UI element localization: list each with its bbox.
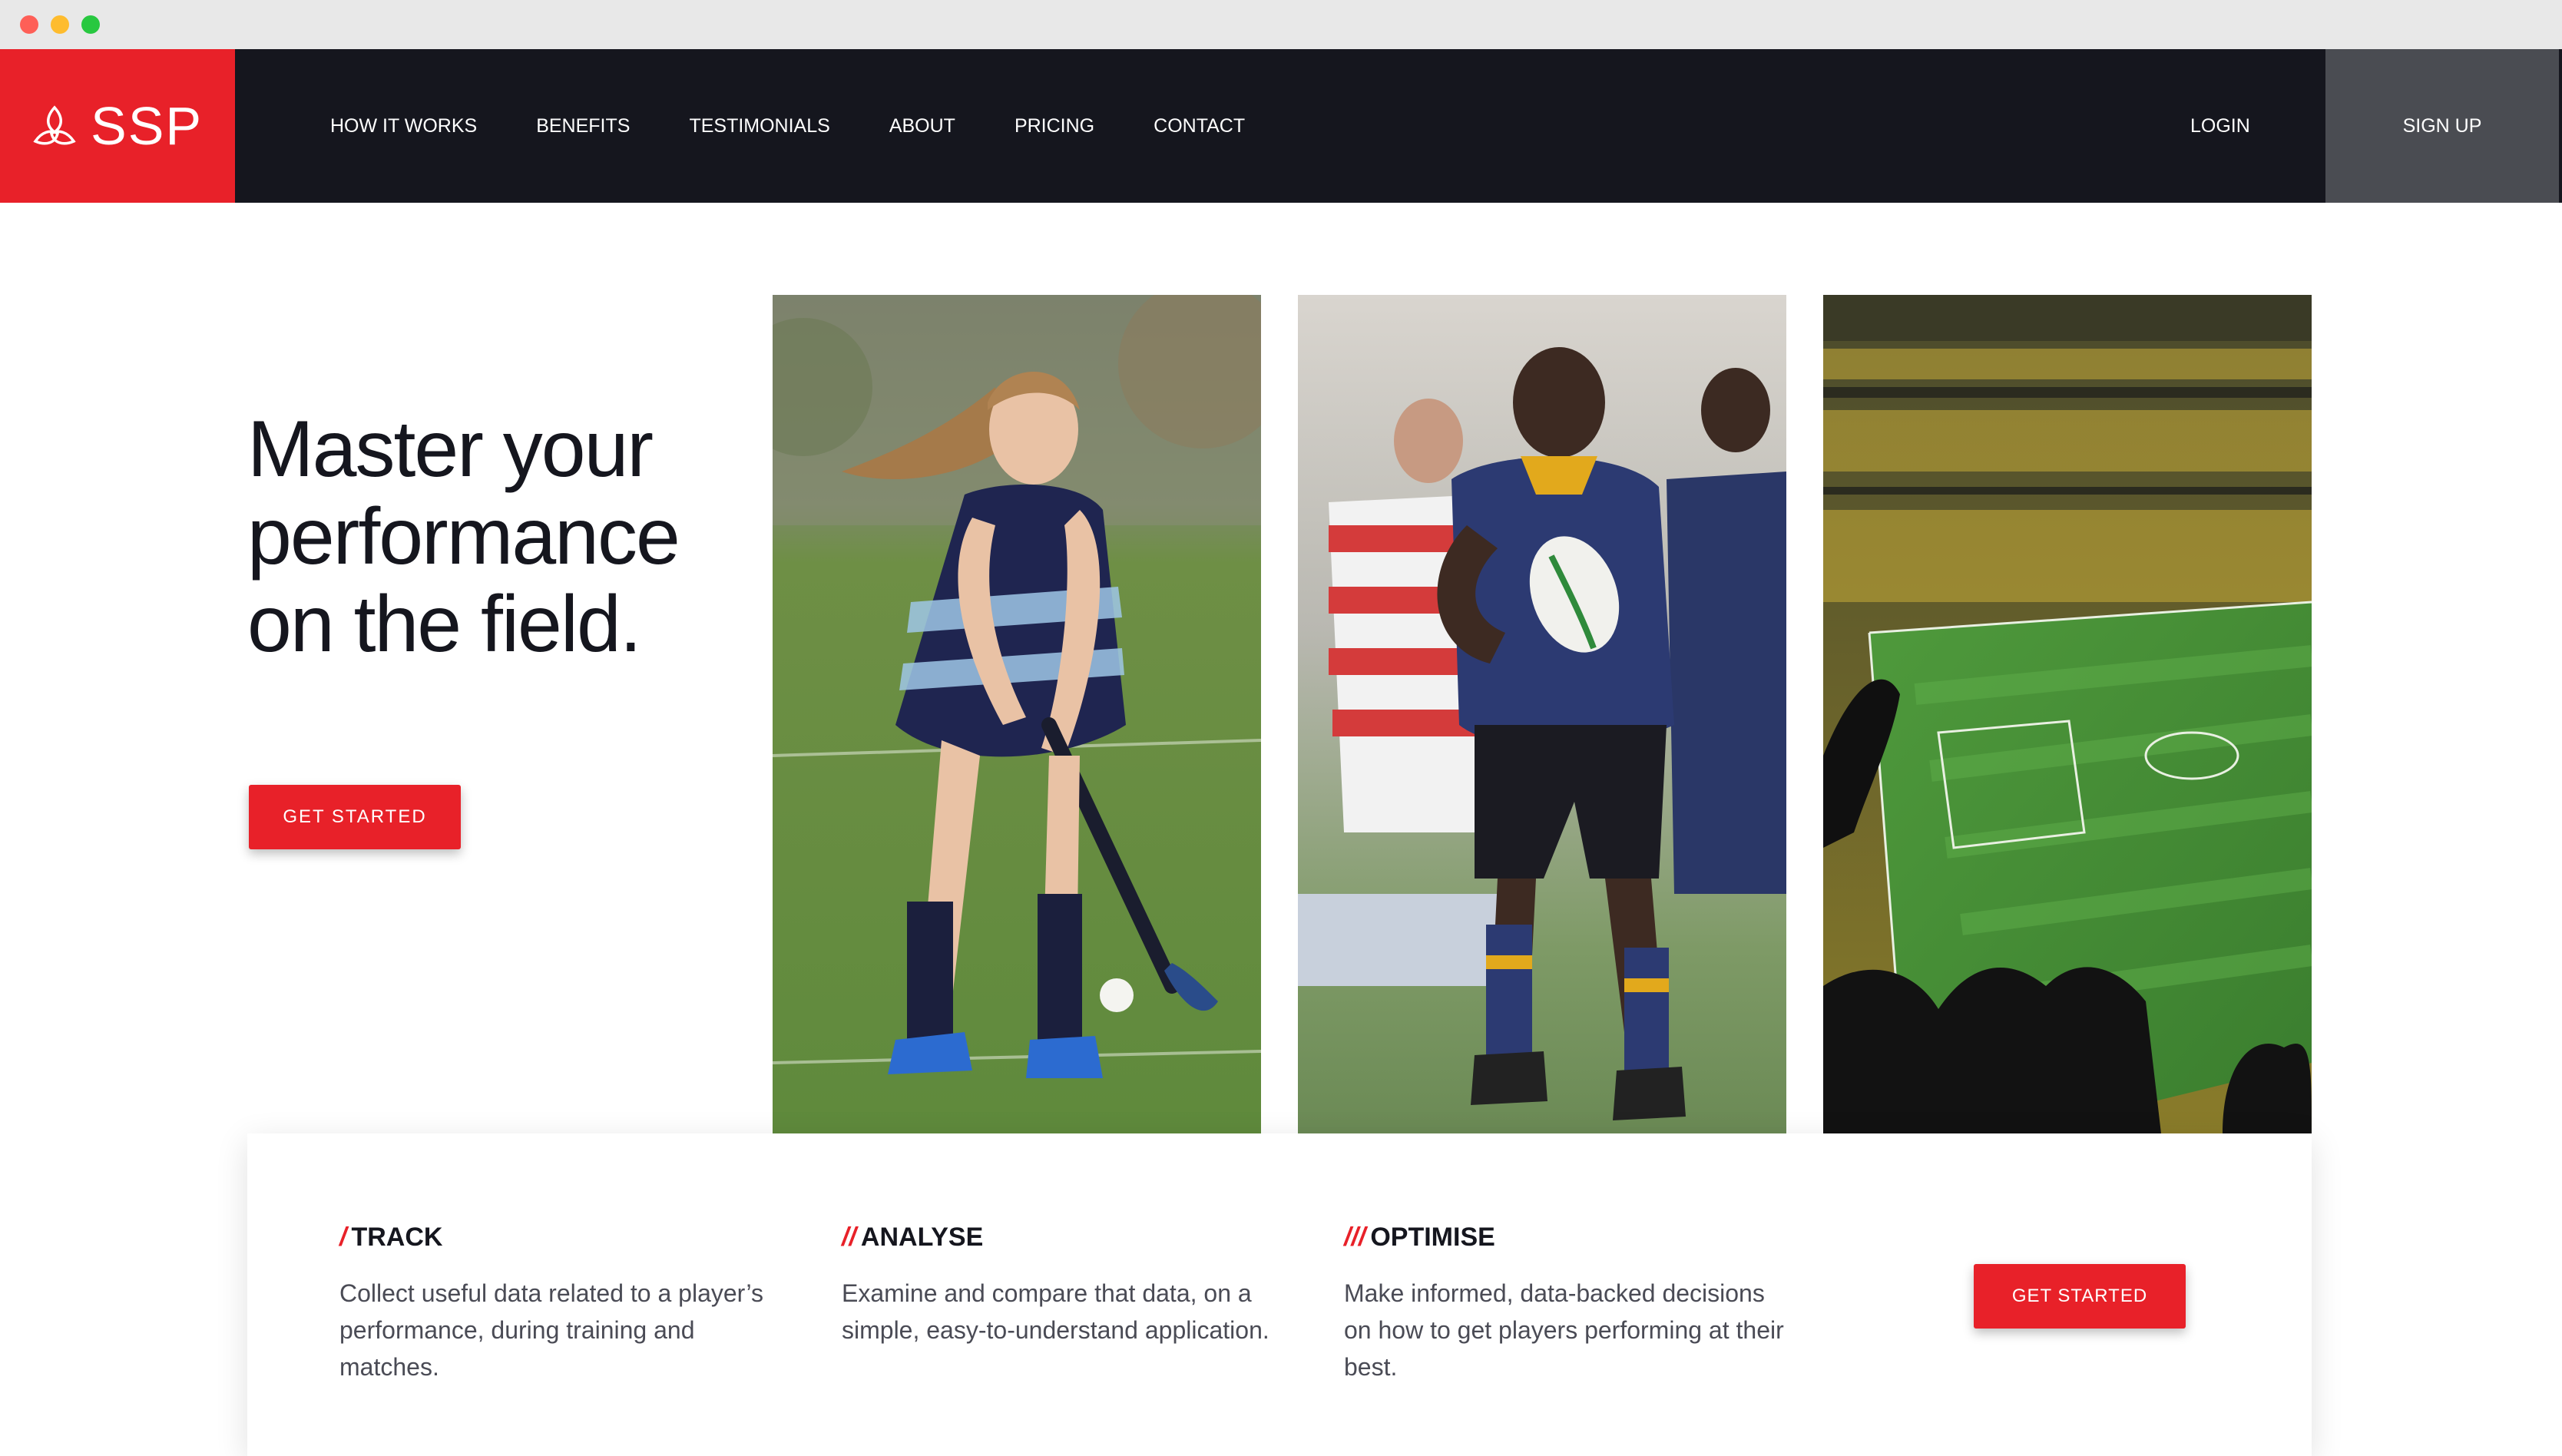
- feature-title-text: OPTIMISE: [1370, 1223, 1495, 1252]
- trefoil-logo-icon: [33, 105, 76, 145]
- feature-analyse: //ANALYSE Examine and compare that data,…: [842, 1218, 1295, 1373]
- signup-button[interactable]: SIGN UP: [2325, 49, 2559, 203]
- window-minimize-button[interactable]: [51, 15, 69, 34]
- hero-title-line: Master your: [247, 405, 654, 494]
- nav-contact[interactable]: CONTACT: [1154, 115, 1245, 137]
- card-get-started-button[interactable]: GET STARTED: [1974, 1264, 2186, 1329]
- hero-title-line: performance: [247, 492, 680, 581]
- hockey-player-photo: [773, 295, 1261, 1133]
- main-nav: HOW IT WORKS BENEFITS TESTIMONIALS ABOUT…: [330, 49, 1304, 203]
- hero-get-started-button[interactable]: GET STARTED: [249, 785, 461, 849]
- login-link[interactable]: LOGIN: [2190, 49, 2250, 203]
- nav-testimonials[interactable]: TESTIMONIALS: [689, 115, 829, 137]
- nav-how-it-works[interactable]: HOW IT WORKS: [330, 115, 477, 137]
- nav-pricing[interactable]: PRICING: [1015, 115, 1094, 137]
- hero-title: Master your performance on the field.: [247, 405, 739, 668]
- feature-description: Examine and compare that data, on a simp…: [842, 1279, 1269, 1344]
- feature-title: ///OPTIMISE: [1344, 1218, 1797, 1256]
- hero-title-line: on the field.: [247, 580, 642, 669]
- nav-benefits[interactable]: BENEFITS: [536, 115, 630, 137]
- feature-title: //ANALYSE: [842, 1218, 1295, 1256]
- feature-description: Collect useful data related to a player’…: [339, 1279, 764, 1381]
- feature-description: Make informed, data-backed decisions on …: [1344, 1279, 1784, 1381]
- feature-slash: ///: [1344, 1223, 1366, 1252]
- brand-name: SSP: [91, 96, 204, 156]
- feature-slash: //: [842, 1223, 856, 1252]
- feature-title-text: TRACK: [351, 1223, 443, 1252]
- rugby-player-photo: [1298, 295, 1786, 1133]
- feature-track: / TRACK Collect useful data related to a …: [339, 1218, 793, 1410]
- top-navbar: SSP HOW IT WORKS BENEFITS TESTIMONIALS A…: [0, 49, 2562, 203]
- feature-title: / TRACK: [339, 1218, 793, 1256]
- browser-chrome: [0, 0, 2562, 50]
- nav-about[interactable]: ABOUT: [889, 115, 955, 137]
- stadium-photo: [1823, 295, 2312, 1133]
- window-maximize-button[interactable]: [81, 15, 100, 34]
- feature-optimise: ///OPTIMISE Make informed, data-backed d…: [1344, 1218, 1797, 1410]
- feature-slash: /: [339, 1223, 347, 1252]
- brand-logo[interactable]: SSP: [0, 49, 235, 203]
- feature-title-text: ANALYSE: [860, 1223, 984, 1252]
- features-card: / TRACK Collect useful data related to a …: [247, 1133, 2312, 1456]
- window-close-button[interactable]: [20, 15, 38, 34]
